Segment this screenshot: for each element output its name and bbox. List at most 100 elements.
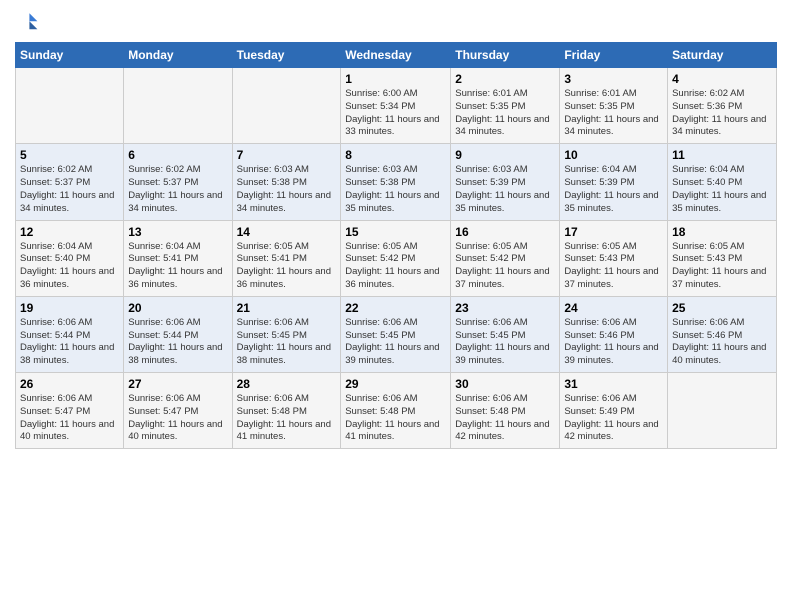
day-number: 7 [237,148,337,162]
calendar-cell: 17 Sunrise: 6:05 AM Sunset: 5:43 PM Dayli… [560,220,668,296]
day-info: Sunrise: 6:06 AM Sunset: 5:48 PM Dayligh… [237,393,337,444]
day-number: 12 [20,225,119,239]
calendar-cell: 18Sunrise: 6:05 AM Sunset: 5:43 PM Dayli… [668,220,777,296]
day-info: Sunrise: 6:05 AM Sunset: 5:42 PM Dayligh… [345,241,446,292]
calendar-cell: 31 Sunrise: 6:06 AM Sunset: 5:49 PM Dayli… [560,373,668,449]
day-info: Sunrise: 6:06 AM Sunset: 5:45 PM Dayligh… [345,317,446,368]
calendar-cell: 1 Sunrise: 6:00 AM Sunset: 5:34 PM Daylig… [341,68,451,144]
day-info: Sunrise: 6:06 AM Sunset: 5:48 PM Dayligh… [345,393,446,444]
calendar-cell [16,68,124,144]
day-info: Sunrise: 6:04 AM Sunset: 5:41 PM Dayligh… [128,241,227,292]
day-number: 13 [128,225,227,239]
calendar-cell: 14Sunrise: 6:05 AM Sunset: 5:41 PM Dayli… [232,220,341,296]
day-number: 2 [455,72,555,86]
week-row-4: 19Sunrise: 6:06 AM Sunset: 5:44 PM Dayli… [16,296,777,372]
logo [15,10,43,34]
day-info: Sunrise: 6:02 AM Sunset: 5:37 PM Dayligh… [20,164,119,215]
day-info: Sunrise: 6:06 AM Sunset: 5:47 PM Dayligh… [128,393,227,444]
day-number: 24 [564,301,663,315]
calendar-cell: 11 Sunrise: 6:04 AM Sunset: 5:40 PM Dayli… [668,144,777,220]
day-info: Sunrise: 6:02 AM Sunset: 5:36 PM Dayligh… [672,88,772,139]
day-info: Sunrise: 6:05 AM Sunset: 5:41 PM Dayligh… [237,241,337,292]
day-info: Sunrise: 6:06 AM Sunset: 5:47 PM Dayligh… [20,393,119,444]
day-info: Sunrise: 6:00 AM Sunset: 5:34 PM Dayligh… [345,88,446,139]
week-row-2: 5 Sunrise: 6:02 AM Sunset: 5:37 PM Daylig… [16,144,777,220]
day-info: Sunrise: 6:03 AM Sunset: 5:38 PM Dayligh… [237,164,337,215]
calendar-cell: 23 Sunrise: 6:06 AM Sunset: 5:45 PM Dayli… [451,296,560,372]
day-number: 30 [455,377,555,391]
day-info: Sunrise: 6:06 AM Sunset: 5:44 PM Dayligh… [20,317,119,368]
calendar-cell: 24 Sunrise: 6:06 AM Sunset: 5:46 PM Dayli… [560,296,668,372]
day-info: Sunrise: 6:06 AM Sunset: 5:45 PM Dayligh… [237,317,337,368]
calendar-cell: 5 Sunrise: 6:02 AM Sunset: 5:37 PM Daylig… [16,144,124,220]
calendar-cell: 25 Sunrise: 6:06 AM Sunset: 5:46 PM Dayli… [668,296,777,372]
day-info: Sunrise: 6:04 AM Sunset: 5:40 PM Dayligh… [20,241,119,292]
day-number: 9 [455,148,555,162]
day-number: 15 [345,225,446,239]
header-thursday: Thursday [451,43,560,68]
calendar-cell: 13 Sunrise: 6:04 AM Sunset: 5:41 PM Dayli… [124,220,232,296]
day-number: 22 [345,301,446,315]
day-info: Sunrise: 6:04 AM Sunset: 5:39 PM Dayligh… [564,164,663,215]
day-info: Sunrise: 6:06 AM Sunset: 5:46 PM Dayligh… [672,317,772,368]
day-number: 8 [345,148,446,162]
calendar-cell: 8Sunrise: 6:03 AM Sunset: 5:38 PM Daylig… [341,144,451,220]
day-number: 26 [20,377,119,391]
day-number: 23 [455,301,555,315]
day-number: 4 [672,72,772,86]
day-number: 17 [564,225,663,239]
day-number: 5 [20,148,119,162]
day-info: Sunrise: 6:03 AM Sunset: 5:39 PM Dayligh… [455,164,555,215]
header-wednesday: Wednesday [341,43,451,68]
calendar-cell: 9 Sunrise: 6:03 AM Sunset: 5:39 PM Daylig… [451,144,560,220]
day-number: 29 [345,377,446,391]
day-number: 31 [564,377,663,391]
calendar-cell: 2 Sunrise: 6:01 AM Sunset: 5:35 PM Daylig… [451,68,560,144]
calendar-cell: 29 Sunrise: 6:06 AM Sunset: 5:48 PM Dayli… [341,373,451,449]
day-info: Sunrise: 6:06 AM Sunset: 5:49 PM Dayligh… [564,393,663,444]
calendar-cell: 21 Sunrise: 6:06 AM Sunset: 5:45 PM Dayli… [232,296,341,372]
header-tuesday: Tuesday [232,43,341,68]
day-number: 11 [672,148,772,162]
day-info: Sunrise: 6:01 AM Sunset: 5:35 PM Dayligh… [455,88,555,139]
day-info: Sunrise: 6:05 AM Sunset: 5:43 PM Dayligh… [564,241,663,292]
week-row-1: 1 Sunrise: 6:00 AM Sunset: 5:34 PM Daylig… [16,68,777,144]
day-info: Sunrise: 6:04 AM Sunset: 5:40 PM Dayligh… [672,164,772,215]
day-number: 6 [128,148,227,162]
calendar-cell: 28 Sunrise: 6:06 AM Sunset: 5:48 PM Dayli… [232,373,341,449]
day-number: 25 [672,301,772,315]
day-number: 20 [128,301,227,315]
page-container: SundayMondayTuesdayWednesdayThursdayFrid… [0,0,792,459]
calendar-cell [124,68,232,144]
day-info: Sunrise: 6:05 AM Sunset: 5:43 PM Dayligh… [672,241,772,292]
day-info: Sunrise: 6:06 AM Sunset: 5:46 PM Dayligh… [564,317,663,368]
calendar-cell: 3 Sunrise: 6:01 AM Sunset: 5:35 PM Daylig… [560,68,668,144]
calendar-cell: 6Sunrise: 6:02 AM Sunset: 5:37 PM Daylig… [124,144,232,220]
calendar-cell: 15 Sunrise: 6:05 AM Sunset: 5:42 PM Dayli… [341,220,451,296]
calendar-cell: 26 Sunrise: 6:06 AM Sunset: 5:47 PM Dayli… [16,373,124,449]
calendar-cell: 30Sunrise: 6:06 AM Sunset: 5:48 PM Dayli… [451,373,560,449]
calendar-cell: 12 Sunrise: 6:04 AM Sunset: 5:40 PM Dayli… [16,220,124,296]
day-number: 3 [564,72,663,86]
calendar-cell [232,68,341,144]
week-row-3: 12 Sunrise: 6:04 AM Sunset: 5:40 PM Dayli… [16,220,777,296]
day-number: 21 [237,301,337,315]
calendar-cell: 10 Sunrise: 6:04 AM Sunset: 5:39 PM Dayli… [560,144,668,220]
day-info: Sunrise: 6:05 AM Sunset: 5:42 PM Dayligh… [455,241,555,292]
day-number: 16 [455,225,555,239]
calendar-cell: 16 Sunrise: 6:05 AM Sunset: 5:42 PM Dayli… [451,220,560,296]
header [15,10,777,34]
day-info: Sunrise: 6:06 AM Sunset: 5:44 PM Dayligh… [128,317,227,368]
day-info: Sunrise: 6:06 AM Sunset: 5:45 PM Dayligh… [455,317,555,368]
day-number: 10 [564,148,663,162]
week-row-5: 26 Sunrise: 6:06 AM Sunset: 5:47 PM Dayli… [16,373,777,449]
calendar-cell [668,373,777,449]
calendar-cell: 19Sunrise: 6:06 AM Sunset: 5:44 PM Dayli… [16,296,124,372]
calendar-cell: 27 Sunrise: 6:06 AM Sunset: 5:47 PM Dayli… [124,373,232,449]
calendar-cell: 7 Sunrise: 6:03 AM Sunset: 5:38 PM Daylig… [232,144,341,220]
day-info: Sunrise: 6:01 AM Sunset: 5:35 PM Dayligh… [564,88,663,139]
day-number: 28 [237,377,337,391]
day-number: 27 [128,377,227,391]
header-saturday: Saturday [668,43,777,68]
day-number: 1 [345,72,446,86]
